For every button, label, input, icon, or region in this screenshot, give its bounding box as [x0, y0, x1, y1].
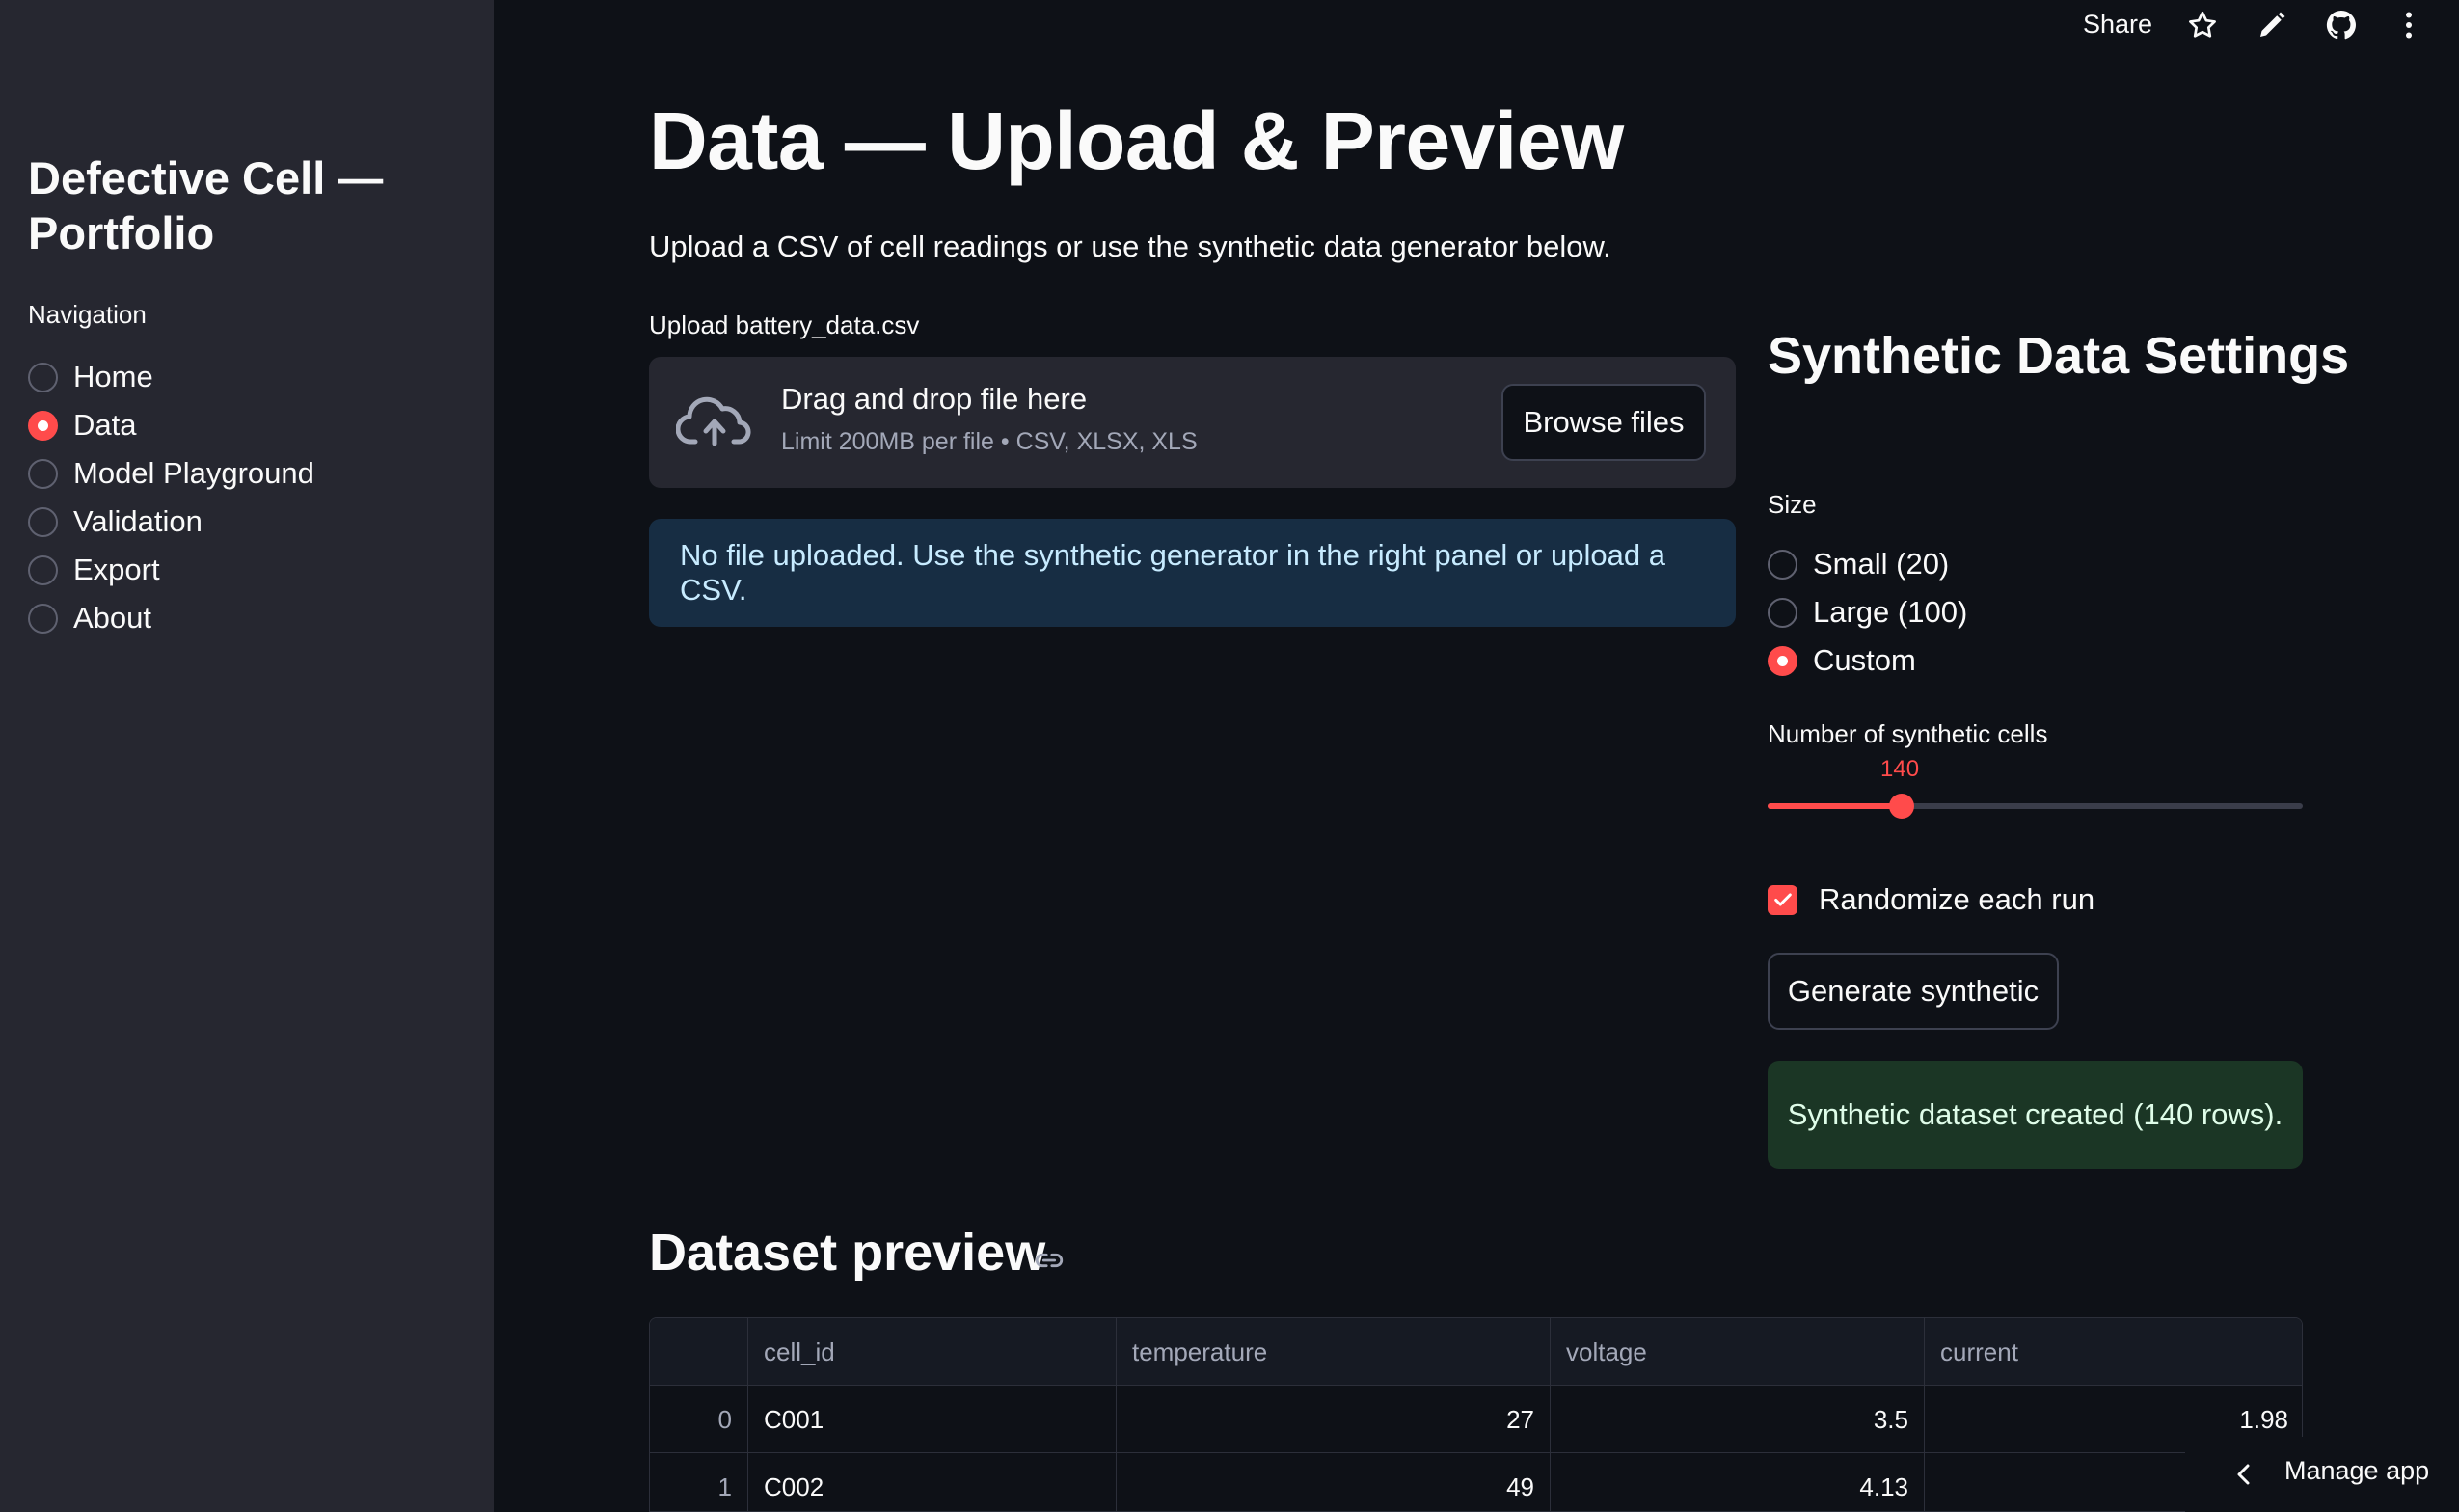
browse-files-button[interactable]: Browse files — [1501, 384, 1706, 461]
nav-item-label: Export — [73, 553, 160, 586]
link-icon[interactable] — [1033, 1244, 1066, 1277]
radio-button[interactable] — [28, 458, 58, 489]
radio-button[interactable] — [1768, 645, 1797, 676]
radio-button[interactable] — [1768, 597, 1797, 628]
share-button[interactable]: Share — [2083, 10, 2152, 40]
cloud-upload-icon — [676, 396, 751, 446]
nav-item-model-playground[interactable]: Model Playground — [28, 449, 314, 498]
star-icon[interactable] — [2185, 8, 2220, 42]
slider-value: 140 — [1880, 756, 1920, 782]
radio-button[interactable] — [1768, 549, 1797, 580]
randomize-checkbox-row[interactable]: Randomize each run — [1768, 882, 2094, 917]
table-cell[interactable]: 3.5 — [1551, 1386, 1925, 1453]
slider-fill — [1768, 803, 1902, 809]
randomize-checkbox[interactable] — [1768, 884, 1797, 915]
pencil-icon[interactable] — [2255, 8, 2289, 42]
slider-thumb[interactable] — [1888, 794, 1914, 819]
page-title: Data — Upload & Preview — [649, 95, 1624, 186]
column-header[interactable]: current — [1925, 1318, 2302, 1386]
size-label: Size — [1768, 490, 1817, 519]
column-header[interactable]: temperature — [1117, 1318, 1551, 1386]
row-index: 0 — [650, 1386, 748, 1453]
nav-item-label: Data — [73, 408, 137, 442]
size-option-custom[interactable]: Custom — [1768, 636, 1967, 685]
dataset-preview-title: Dataset preview — [649, 1224, 1046, 1282]
size-option-small[interactable]: Small (20) — [1768, 540, 1967, 588]
size-option-label: Large (100) — [1813, 595, 1968, 629]
nav-item-label: Validation — [73, 504, 203, 538]
file-uploader-label: Upload battery_data.csv — [649, 310, 920, 339]
success-alert: Synthetic dataset created (140 rows). — [1768, 1061, 2303, 1169]
radio-button[interactable] — [28, 410, 58, 441]
github-icon[interactable] — [2324, 8, 2359, 42]
row-index: 1 — [650, 1453, 748, 1511]
sidebar: Defective Cell — Portfolio Navigation Ho… — [0, 0, 494, 1512]
nav-item-home[interactable]: Home — [28, 353, 314, 401]
column-header[interactable]: voltage — [1551, 1318, 1925, 1386]
num-cells-label: Number of synthetic cells — [1768, 719, 2048, 748]
size-option-label: Small (20) — [1813, 547, 1950, 580]
nav-item-export[interactable]: Export — [28, 546, 314, 594]
radio-button[interactable] — [28, 362, 58, 392]
size-option-label: Custom — [1813, 643, 1916, 677]
table-row[interactable]: 0 C001 27 3.5 1.98 — [650, 1386, 2302, 1453]
dataset-table[interactable]: cell_id temperature voltage current 0 C0… — [649, 1317, 2303, 1512]
randomize-label: Randomize each run — [1819, 882, 2095, 916]
nav-item-label: Home — [73, 360, 153, 393]
num-cells-slider[interactable] — [1768, 794, 2303, 819]
app-root: Defective Cell — Portfolio Navigation Ho… — [0, 0, 2459, 1512]
nav-item-label: Model Playground — [73, 456, 314, 490]
dropzone-title: Drag and drop file here — [781, 382, 1088, 416]
page-intro: Upload a CSV of cell readings or use the… — [649, 230, 1611, 263]
navigation-label: Navigation — [28, 300, 147, 329]
manage-app-button[interactable]: Manage app — [2185, 1437, 2459, 1512]
table-cell[interactable]: 4.13 — [1551, 1453, 1925, 1511]
radio-button[interactable] — [28, 506, 58, 537]
checkmark-icon — [1773, 893, 1792, 906]
table-cell[interactable]: C001 — [748, 1386, 1117, 1453]
manage-app-label: Manage app — [2284, 1456, 2430, 1485]
table-cell[interactable]: C002 — [748, 1453, 1117, 1511]
generate-synthetic-button[interactable]: Generate synthetic — [1768, 953, 2059, 1030]
synthetic-settings-title: Synthetic Data Settings — [1768, 327, 2350, 385]
nav-item-about[interactable]: About — [28, 594, 314, 642]
chevron-left-icon — [2237, 1464, 2250, 1485]
navigation-radio-group: Home Data Model Playground Validation Ex… — [28, 353, 314, 642]
radio-button[interactable] — [28, 603, 58, 634]
radio-button[interactable] — [28, 554, 58, 585]
table-header-row: cell_id temperature voltage current — [650, 1318, 2302, 1386]
nav-item-data[interactable]: Data — [28, 401, 314, 449]
size-option-large[interactable]: Large (100) — [1768, 588, 1967, 636]
column-header[interactable]: cell_id — [748, 1318, 1117, 1386]
dropzone-subtitle: Limit 200MB per file • CSV, XLSX, XLS — [781, 428, 1198, 455]
table-cell[interactable]: 49 — [1117, 1453, 1551, 1511]
table-cell[interactable]: 27 — [1117, 1386, 1551, 1453]
sidebar-title: Defective Cell — Portfolio — [28, 152, 384, 258]
file-dropzone[interactable]: Drag and drop file here Limit 200MB per … — [649, 357, 1736, 488]
table-row[interactable]: 1 C002 49 4.13 — [650, 1453, 2302, 1511]
nav-item-validation[interactable]: Validation — [28, 498, 314, 546]
size-radio-group: Small (20) Large (100) Custom — [1768, 540, 1967, 685]
info-alert: No file uploaded. Use the synthetic gene… — [649, 519, 1736, 627]
more-vertical-icon[interactable] — [2391, 8, 2426, 42]
column-header[interactable] — [650, 1318, 748, 1386]
nav-item-label: About — [73, 601, 152, 634]
